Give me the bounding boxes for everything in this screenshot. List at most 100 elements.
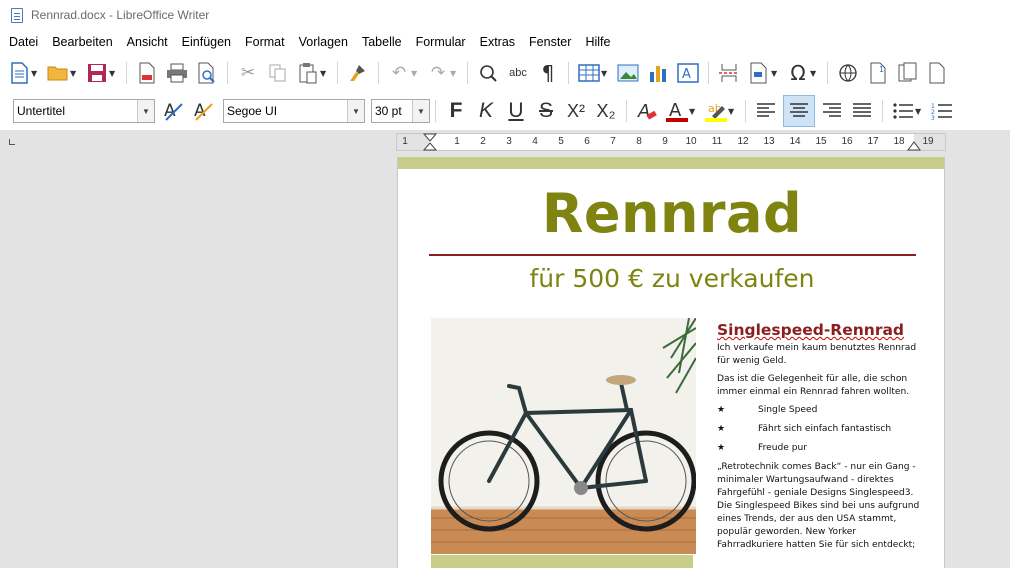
paragraph-style-box[interactable]: Untertitel ▼ <box>13 99 155 123</box>
menu-extras[interactable]: Extras <box>473 35 522 49</box>
ruler-mark: 3 <box>506 136 512 147</box>
document-icon <box>11 7 23 23</box>
menu-vorlagen[interactable]: Vorlagen <box>292 35 355 49</box>
paste-icon[interactable] <box>295 60 321 86</box>
save-icon[interactable] <box>84 60 110 86</box>
find-replace-icon[interactable] <box>475 60 501 86</box>
menu-format[interactable]: Format <box>238 35 292 49</box>
paragraph-3[interactable]: „Retrotechnik comes Back“ - nur ein Gang… <box>717 461 922 552</box>
new-style-icon[interactable]: A <box>191 98 217 124</box>
insert-image-icon[interactable] <box>615 60 641 86</box>
print-preview-icon[interactable] <box>194 60 220 86</box>
menu-datei[interactable]: Datei <box>2 35 45 49</box>
insert-textbox-icon[interactable]: A <box>675 60 701 86</box>
section-heading[interactable]: Singlespeed-Rennrad <box>717 321 922 339</box>
open-folder-icon[interactable] <box>45 60 71 86</box>
update-style-icon[interactable]: A <box>161 98 187 124</box>
document-workspace[interactable]: 1 1 2 3 4 5 6 7 8 9 10 11 12 13 14 15 16… <box>0 130 1010 568</box>
clear-formatting-icon[interactable]: A <box>634 98 660 124</box>
document-subtitle[interactable]: für 500 € zu verkaufen <box>398 264 944 293</box>
bullet-dropdown-icon[interactable]: ▼ <box>915 107 924 116</box>
save-dropdown-icon[interactable]: ▼ <box>109 69 118 78</box>
superscript-button[interactable]: X² <box>563 98 589 124</box>
paragraph-style-dropdown-icon[interactable]: ▼ <box>137 100 154 122</box>
redo-dropdown-icon[interactable]: ▼ <box>450 69 459 78</box>
font-color-icon[interactable]: A <box>664 98 690 124</box>
insert-table-icon[interactable] <box>576 60 602 86</box>
indent-marker-icon[interactable] <box>423 133 437 151</box>
track-changes-icon[interactable] <box>925 60 951 86</box>
align-left-icon[interactable] <box>753 98 779 124</box>
bicycle-photo[interactable] <box>431 318 696 554</box>
ruler-mark: 1 <box>454 136 460 147</box>
right-indent-marker-icon[interactable] <box>907 141 921 151</box>
undo-icon[interactable]: ↶ <box>386 60 412 86</box>
font-name-dropdown-icon[interactable]: ▼ <box>347 100 364 122</box>
menu-hilfe[interactable]: Hilfe <box>578 35 617 49</box>
print-icon[interactable] <box>164 60 190 86</box>
paste-dropdown-icon[interactable]: ▼ <box>320 69 329 78</box>
menu-fenster[interactable]: Fenster <box>522 35 578 49</box>
font-name-box[interactable]: Segoe UI ▼ <box>223 99 365 123</box>
numbered-list-icon[interactable]: 123 <box>929 98 955 124</box>
horizontal-ruler[interactable]: 1 1 2 3 4 5 6 7 8 9 10 11 12 13 14 15 16… <box>396 133 946 151</box>
list-item[interactable]: ★ Single Speed <box>717 404 922 417</box>
document-page[interactable]: Rennrad für 500 € zu verkaufen Singlespe… <box>397 157 945 568</box>
bullet-list-icon[interactable] <box>890 98 916 124</box>
redo-icon[interactable]: ↷ <box>425 60 451 86</box>
page-break-icon[interactable] <box>716 60 742 86</box>
special-char-dropdown-icon[interactable]: ▼ <box>810 69 819 78</box>
font-size-dropdown-icon[interactable]: ▼ <box>412 100 429 122</box>
export-pdf-icon[interactable] <box>134 60 160 86</box>
hyperlink-icon[interactable] <box>835 60 861 86</box>
bold-button[interactable]: F <box>443 98 469 124</box>
justify-icon[interactable] <box>849 98 875 124</box>
align-center-icon[interactable] <box>783 95 815 127</box>
font-size-box[interactable]: 30 pt ▼ <box>371 99 430 123</box>
copy-icon[interactable] <box>265 60 291 86</box>
ruler-mark: 4 <box>532 136 538 147</box>
ruler-mark: 9 <box>662 136 668 147</box>
text-column[interactable]: Singlespeed-Rennrad Ich verkaufe mein ka… <box>717 321 922 557</box>
menu-formular[interactable]: Formular <box>409 35 473 49</box>
ruler-mark: 19 <box>922 136 934 147</box>
cut-icon[interactable]: ✂ <box>235 60 261 86</box>
menu-ansicht[interactable]: Ansicht <box>120 35 175 49</box>
document-title[interactable]: Rennrad <box>398 182 944 245</box>
highlight-color-icon[interactable]: ab <box>703 98 729 124</box>
svg-text:1: 1 <box>879 65 884 74</box>
special-character-icon[interactable]: Ω <box>785 60 811 86</box>
new-dropdown-icon[interactable]: ▼ <box>31 69 40 78</box>
paragraph-2[interactable]: Das ist die Gelegenheit für alle, die sc… <box>717 373 922 399</box>
feature-list: ★ Single Speed ★ Fährt sich einfach fantas… <box>717 404 922 455</box>
spelling-icon[interactable]: abc <box>505 60 531 86</box>
clone-formatting-icon[interactable] <box>345 60 371 86</box>
list-item-text: Freude pur <box>758 443 807 453</box>
footnote-icon[interactable]: 1 <box>865 60 891 86</box>
insert-chart-icon[interactable] <box>645 60 671 86</box>
strikethrough-button[interactable]: S <box>533 98 559 124</box>
menu-bearbeiten[interactable]: Bearbeiten <box>45 35 119 49</box>
new-document-icon[interactable] <box>6 60 32 86</box>
field-dropdown-icon[interactable]: ▼ <box>771 69 780 78</box>
font-color-dropdown-icon[interactable]: ▼ <box>689 107 698 116</box>
menu-einfuegen[interactable]: Einfügen <box>175 35 238 49</box>
underline-button[interactable]: U <box>503 98 529 124</box>
comment-icon[interactable] <box>895 60 921 86</box>
formatting-marks-icon[interactable]: ¶ <box>535 60 561 86</box>
highlight-dropdown-icon[interactable]: ▼ <box>728 107 737 116</box>
italic-button[interactable]: K <box>473 98 499 124</box>
paragraph-1[interactable]: Ich verkaufe mein kaum benutztes Rennrad… <box>717 342 922 368</box>
list-item[interactable]: ★ Freude pur <box>717 442 922 455</box>
undo-dropdown-icon[interactable]: ▼ <box>411 69 420 78</box>
align-right-icon[interactable] <box>819 98 845 124</box>
menu-tabelle[interactable]: Tabelle <box>355 35 409 49</box>
ruler-mark: 15 <box>815 136 827 147</box>
insert-field-icon[interactable] <box>746 60 772 86</box>
list-item[interactable]: ★ Fährt sich einfach fantastisch <box>717 423 922 436</box>
open-dropdown-icon[interactable]: ▼ <box>70 69 79 78</box>
ruler-mark: 7 <box>610 136 616 147</box>
table-dropdown-icon[interactable]: ▼ <box>601 69 610 78</box>
separator <box>626 100 627 122</box>
subscript-button[interactable]: X₂ <box>593 98 619 124</box>
